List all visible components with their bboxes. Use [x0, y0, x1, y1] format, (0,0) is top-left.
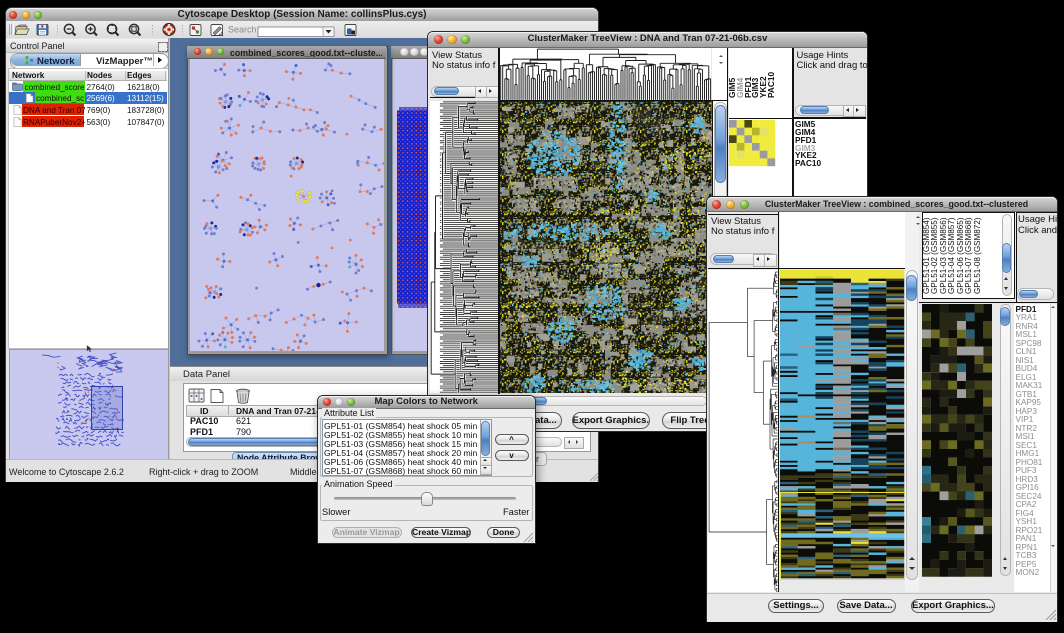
svg-text:Search:: Search: — [228, 25, 259, 35]
